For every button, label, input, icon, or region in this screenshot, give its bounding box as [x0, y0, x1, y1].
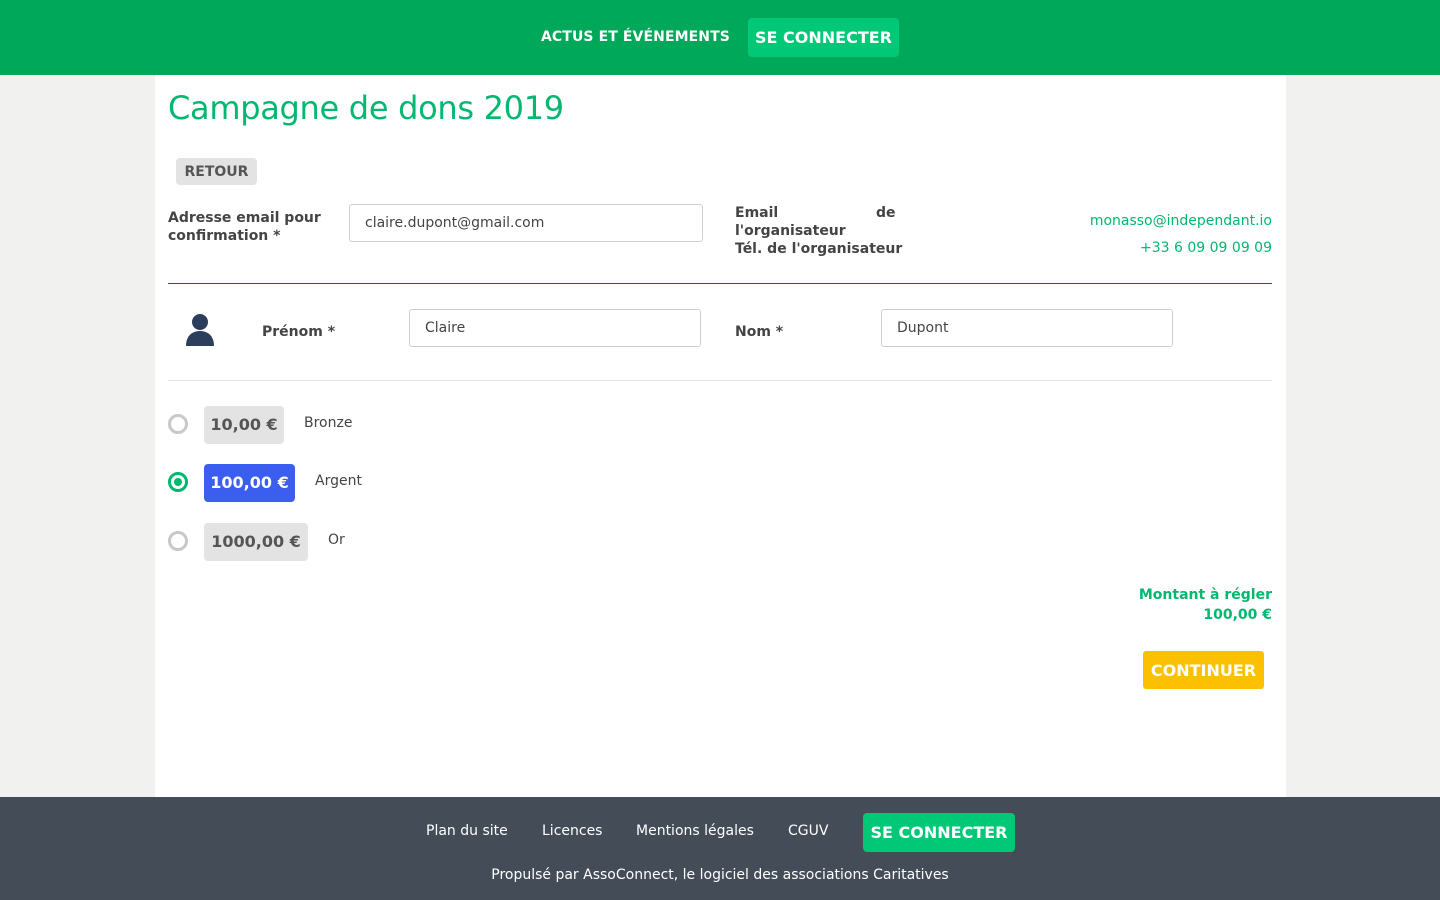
footer-link-cguv[interactable]: CGUV — [788, 823, 828, 839]
option-name-argent: Argent — [315, 473, 362, 489]
radio-argent[interactable] — [168, 472, 188, 492]
firstname-label: Prénom * — [262, 324, 336, 340]
total-label: Montant à régler — [1138, 587, 1272, 603]
email-field[interactable] — [349, 204, 703, 242]
org-email-label-b: de — [876, 205, 896, 221]
amount-badge-argent[interactable]: 100,00 € — [204, 464, 295, 502]
footer-link-legal[interactable]: Mentions légales — [636, 823, 754, 839]
email-label: Adresse email pour confirmation * — [168, 209, 321, 245]
lastname-field[interactable] — [881, 309, 1173, 347]
org-phone-label: Tél. de l'organisateur — [735, 241, 903, 257]
org-email-label-a: Email — [735, 205, 779, 221]
section-divider — [168, 283, 1272, 284]
option-name-or: Or — [328, 532, 345, 548]
lastname-label: Nom * — [735, 324, 784, 340]
nav-link-news[interactable]: ACTUS ET ÉVÉNEMENTS — [541, 29, 730, 45]
login-button[interactable]: SE CONNECTER — [748, 18, 899, 57]
option-name-bronze: Bronze — [304, 415, 353, 431]
total-value: 100,00 € — [1203, 607, 1272, 623]
row-divider — [168, 380, 1272, 381]
powered-by-text: Propulsé par AssoConnect, le logiciel de… — [491, 867, 949, 883]
footer-link-licenses[interactable]: Licences — [542, 823, 602, 839]
org-email-label-c: l'organisateur — [735, 223, 846, 239]
org-phone-value: +33 6 09 09 09 09 — [1140, 240, 1272, 256]
page-title: Campagne de dons 2019 — [168, 89, 564, 127]
email-label-line1: Adresse email pour — [168, 210, 321, 226]
radio-bronze[interactable] — [168, 414, 188, 434]
radio-or[interactable] — [168, 531, 188, 551]
amount-badge-bronze[interactable]: 10,00 € — [204, 406, 284, 444]
footer — [0, 797, 1440, 900]
org-email-value: monasso@independant.io — [1089, 213, 1272, 229]
back-button[interactable]: RETOUR — [176, 158, 257, 185]
amount-badge-or[interactable]: 1000,00 € — [204, 523, 308, 561]
email-label-line2: confirmation * — [168, 228, 281, 244]
main-panel — [155, 75, 1286, 797]
firstname-field[interactable] — [409, 309, 701, 347]
total-amount: Montant à régler 100,00 € — [1139, 585, 1272, 625]
footer-link-sitemap[interactable]: Plan du site — [426, 823, 508, 839]
user-icon — [186, 314, 214, 346]
continue-button[interactable]: CONTINUER — [1143, 651, 1264, 689]
footer-login-button[interactable]: SE CONNECTER — [863, 813, 1015, 852]
